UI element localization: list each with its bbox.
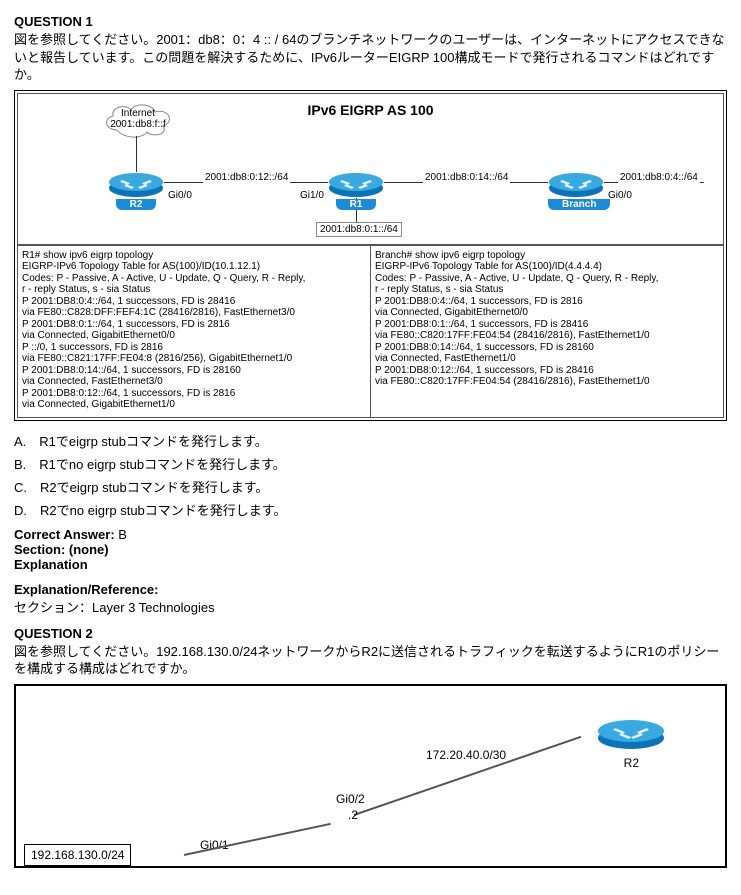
- cli-branch: Branch# show ipv6 eigrp topology EIGRP-I…: [371, 246, 724, 418]
- explanation-reference-label: Explanation/Reference:: [14, 582, 727, 597]
- question-1-exhibit: IPv6 EIGRP AS 100 Internet 2001:db8:f::f…: [14, 90, 727, 421]
- choice-a: A. R1でeigrp stubコマンドを発行します。: [14, 431, 727, 450]
- router-r2-label: R2: [108, 199, 164, 210]
- router-r2-label-q2: R2: [624, 756, 639, 770]
- topology-diagram: IPv6 EIGRP AS 100 Internet 2001:db8:f::f…: [17, 93, 724, 245]
- iface-r2-gi00: Gi0/0: [168, 190, 192, 201]
- router-branch-label: Branch: [548, 199, 604, 210]
- question-1-heading: QUESTION 1: [14, 14, 727, 29]
- router-icon: [108, 170, 164, 198]
- net-r2-r1: 2001:db8:0:12::/64: [203, 172, 290, 183]
- choice-b: B. R1でno eigrp stubコマンドを発行します。: [14, 454, 727, 473]
- cli-output-row: R1# show ipv6 eigrp topology EIGRP-IPv6 …: [17, 245, 724, 418]
- explanation-reference-text: セクション：Layer 3 Technologies: [14, 597, 727, 616]
- net-r1-below: 2001:db8:0:1::/64: [316, 222, 402, 237]
- net-r1-branch: 2001:db8:0:14::/64: [423, 172, 510, 183]
- explanation-line: Explanation: [14, 557, 727, 572]
- topology-title: IPv6 EIGRP AS 100: [307, 102, 433, 118]
- internet-label: Internet: [103, 108, 173, 119]
- net-wan-label: 172.20.40.0/30: [426, 748, 506, 762]
- router-r1: R1: [328, 170, 384, 198]
- choice-c: C. R2でeigrp stubコマンドを発行します。: [14, 477, 727, 496]
- router-branch: Branch: [548, 170, 604, 198]
- internet-address: 2001:db8:f::f: [103, 119, 173, 130]
- iface-gi02-addr: .2: [348, 808, 358, 822]
- router-r2: R2: [108, 170, 164, 198]
- net-branch-lan: 2001:db8:0:4::/64: [618, 172, 700, 183]
- iface-branch-gi00: Gi0/0: [608, 190, 632, 201]
- iface-r1-gi10: Gi1/0: [300, 190, 324, 201]
- cli-r1: R1# show ipv6 eigrp topology EIGRP-IPv6 …: [17, 246, 371, 418]
- question-1-choices: A. R1でeigrp stubコマンドを発行します。 B. R1でno eig…: [14, 431, 727, 519]
- router-icon: [597, 716, 665, 750]
- correct-answer-line: Correct Answer: B: [14, 527, 727, 542]
- internet-cloud: Internet 2001:db8:f::f: [103, 102, 173, 136]
- router-r2-q2: [597, 716, 665, 750]
- iface-gi02: Gi0/2: [336, 792, 365, 806]
- section-line: Section: (none): [14, 542, 727, 557]
- router-icon: [548, 170, 604, 198]
- router-r1-label: R1: [328, 199, 384, 210]
- choice-d: D. R2でno eigrp stubコマンドを発行します。: [14, 500, 727, 519]
- correct-answer-label: Correct Answer:: [14, 527, 115, 542]
- net-lan-box: 192.168.130.0/24: [24, 844, 131, 866]
- question-1-text: 図を参照してください。2001：db8：0：4 :: / 64のブランチネットワ…: [14, 31, 727, 84]
- correct-answer-value: B: [115, 527, 127, 542]
- link-internet-r2: [136, 136, 137, 172]
- question-2-exhibit: R2 172.20.40.0/30 Gi0/2 .2 Gi0/1 192.168…: [14, 684, 727, 868]
- router-icon: [328, 170, 384, 198]
- question-2-heading: QUESTION 2: [14, 626, 727, 641]
- question-2-text: 図を参照してください。192.168.130.0/24ネットワークからR2に送信…: [14, 643, 727, 678]
